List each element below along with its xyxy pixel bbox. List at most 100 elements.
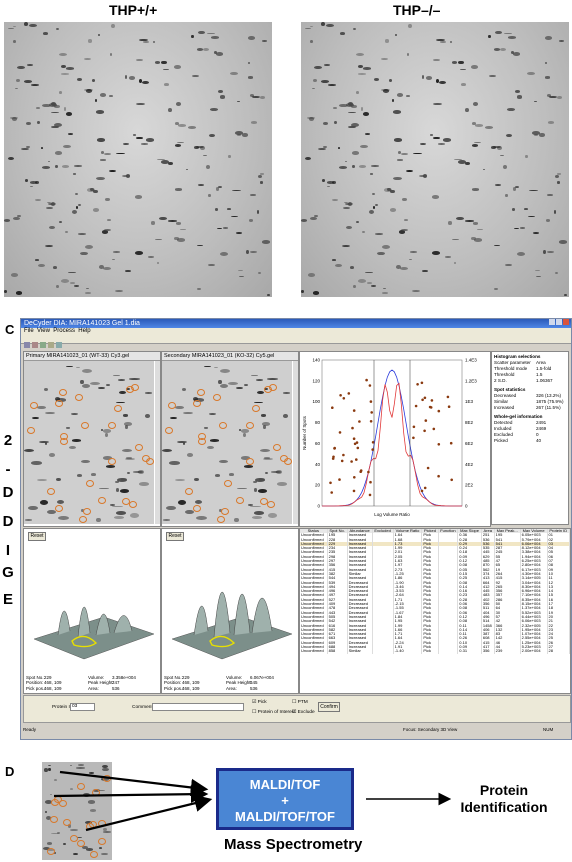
menu-file[interactable]: File — [24, 328, 34, 334]
gel-spot — [227, 208, 231, 210]
settings-value[interactable]: 267 (11.5%) — [536, 405, 561, 411]
picked-spot-marker[interactable] — [27, 426, 36, 434]
gel-spot — [499, 47, 507, 52]
gel-spot — [375, 204, 378, 207]
picked-spot-marker[interactable] — [185, 487, 194, 495]
scatter-point — [414, 404, 418, 408]
menu-process[interactable]: Process — [53, 328, 75, 334]
menu-help[interactable]: Help — [78, 328, 90, 334]
secondary-gel-view[interactable] — [162, 361, 292, 524]
toolbar-icon[interactable] — [40, 342, 46, 348]
gel-spot — [176, 440, 188, 444]
picked-spot-marker[interactable] — [246, 457, 255, 465]
gel-spot — [230, 215, 238, 218]
gel-spot — [113, 251, 120, 253]
picked-spot-marker[interactable] — [29, 401, 38, 409]
close-icon[interactable] — [563, 319, 569, 325]
window-controls[interactable] — [548, 319, 571, 328]
gel-spot — [136, 136, 144, 140]
picked-spot-marker[interactable] — [197, 432, 206, 440]
table-row[interactable]: Unconfirmed 858 Similar -1.40 Pick 0.31 356 239… — [300, 649, 570, 654]
picked-spot-marker[interactable] — [83, 508, 92, 516]
scatter-point — [437, 443, 441, 446]
primary-gel-view[interactable] — [24, 361, 154, 524]
toolbar-icon[interactable] — [32, 342, 38, 348]
picked-spot-marker[interactable] — [273, 443, 282, 451]
ptm-checkbox[interactable]: ☐ PTM — [292, 700, 308, 705]
pick-checkbox[interactable]: ☑ Pick — [252, 700, 267, 705]
protein-id-input[interactable]: 03 — [70, 703, 95, 711]
gel-spot — [81, 368, 92, 373]
picked-spot-marker[interactable] — [97, 496, 106, 504]
primary-3d-view[interactable] — [24, 539, 160, 664]
settings-value[interactable]: 1.06367 — [536, 378, 553, 384]
gel-spot — [312, 291, 320, 295]
secondary-spot-info: Spot No.: 229 Volume: 6.067e+004 Position: 46… — [164, 675, 296, 692]
scatter-point — [338, 478, 341, 481]
picked-spot-marker[interactable] — [246, 421, 255, 429]
maximize-icon[interactable] — [556, 319, 562, 325]
picked-spot-marker[interactable] — [54, 400, 63, 408]
gel-spot — [174, 405, 185, 410]
picked-spot-marker[interactable] — [59, 388, 68, 396]
menu-view[interactable]: View — [37, 328, 50, 334]
gel-spot — [564, 294, 567, 296]
confirm-button[interactable]: Confirm — [318, 702, 340, 712]
table-header[interactable]: Excluded — [372, 529, 394, 534]
picked-spot-marker[interactable] — [59, 432, 68, 440]
picked-spot-marker[interactable] — [267, 501, 276, 509]
gel-spot — [206, 165, 211, 170]
toolbar-icon[interactable] — [24, 342, 30, 348]
exclude-checkbox[interactable]: ☐ Exclude — [292, 710, 315, 715]
picked-spot-marker[interactable] — [224, 479, 233, 487]
toolbar-icon[interactable] — [56, 342, 62, 348]
picked-spot-marker[interactable] — [197, 388, 206, 396]
gel-spot — [62, 165, 69, 168]
picked-spot-marker[interactable] — [213, 394, 222, 402]
picked-spot-marker[interactable] — [217, 515, 226, 523]
gel-spot — [248, 219, 254, 223]
picked-spot-marker[interactable] — [218, 421, 227, 429]
picked-spot-marker[interactable] — [114, 404, 123, 412]
gel-spot — [104, 432, 108, 437]
picked-spot-marker[interactable] — [167, 401, 176, 409]
picked-spot-marker[interactable] — [80, 421, 89, 429]
picked-spot-marker[interactable] — [129, 501, 138, 509]
picked-spot-marker[interactable] — [108, 421, 117, 429]
secondary-3d-view[interactable] — [162, 539, 298, 664]
histogram-chart[interactable]: 140 120 100 80 60 40 20 0 1.4E3 1.2E3 1E3 8E2 6E2 4E2… — [300, 352, 490, 526]
comment-input[interactable] — [152, 703, 244, 711]
spot-table[interactable]: Status Spot No. Abundance Excluded Volume Ra… — [300, 529, 570, 654]
picked-spot-marker[interactable] — [192, 400, 201, 408]
picked-spot-marker[interactable] — [135, 443, 144, 451]
picked-spot-marker[interactable] — [121, 498, 130, 506]
picked-spot-marker[interactable] — [54, 505, 63, 513]
primary-gel-scrollbar[interactable] — [155, 361, 160, 524]
picked-spot-marker[interactable] — [75, 394, 84, 402]
picked-spot-marker[interactable] — [192, 505, 201, 513]
picked-spot-marker[interactable] — [268, 384, 277, 392]
gel-spot — [259, 180, 264, 184]
minimize-icon[interactable] — [549, 319, 555, 325]
scatter-point — [347, 392, 351, 395]
toolbar-icon[interactable] — [48, 342, 54, 348]
table-cell: 2.00e+004 — [520, 649, 548, 654]
picked-spot-marker[interactable] — [235, 496, 244, 504]
table-header[interactable]: Function — [438, 529, 459, 534]
picked-spot-marker[interactable] — [79, 515, 88, 523]
picked-spot-marker[interactable] — [221, 508, 230, 516]
gel-spot — [48, 203, 56, 206]
picked-spot-marker[interactable] — [259, 498, 268, 506]
gel-spot — [81, 459, 90, 464]
picked-spot-marker[interactable] — [252, 404, 261, 412]
table-cell: Similar — [347, 649, 373, 654]
picked-spot-marker[interactable] — [108, 457, 117, 465]
poi-checkbox[interactable]: ☐ Protein of Interest — [252, 710, 296, 715]
secondary-gel-scrollbar[interactable] — [293, 361, 298, 524]
gel-spot — [197, 30, 205, 35]
picked-spot-marker[interactable] — [86, 479, 95, 487]
settings-value[interactable]: 40 — [536, 438, 541, 444]
picked-spot-marker[interactable] — [47, 487, 56, 495]
picked-spot-marker[interactable] — [165, 426, 174, 434]
picked-spot-marker[interactable] — [130, 384, 139, 392]
